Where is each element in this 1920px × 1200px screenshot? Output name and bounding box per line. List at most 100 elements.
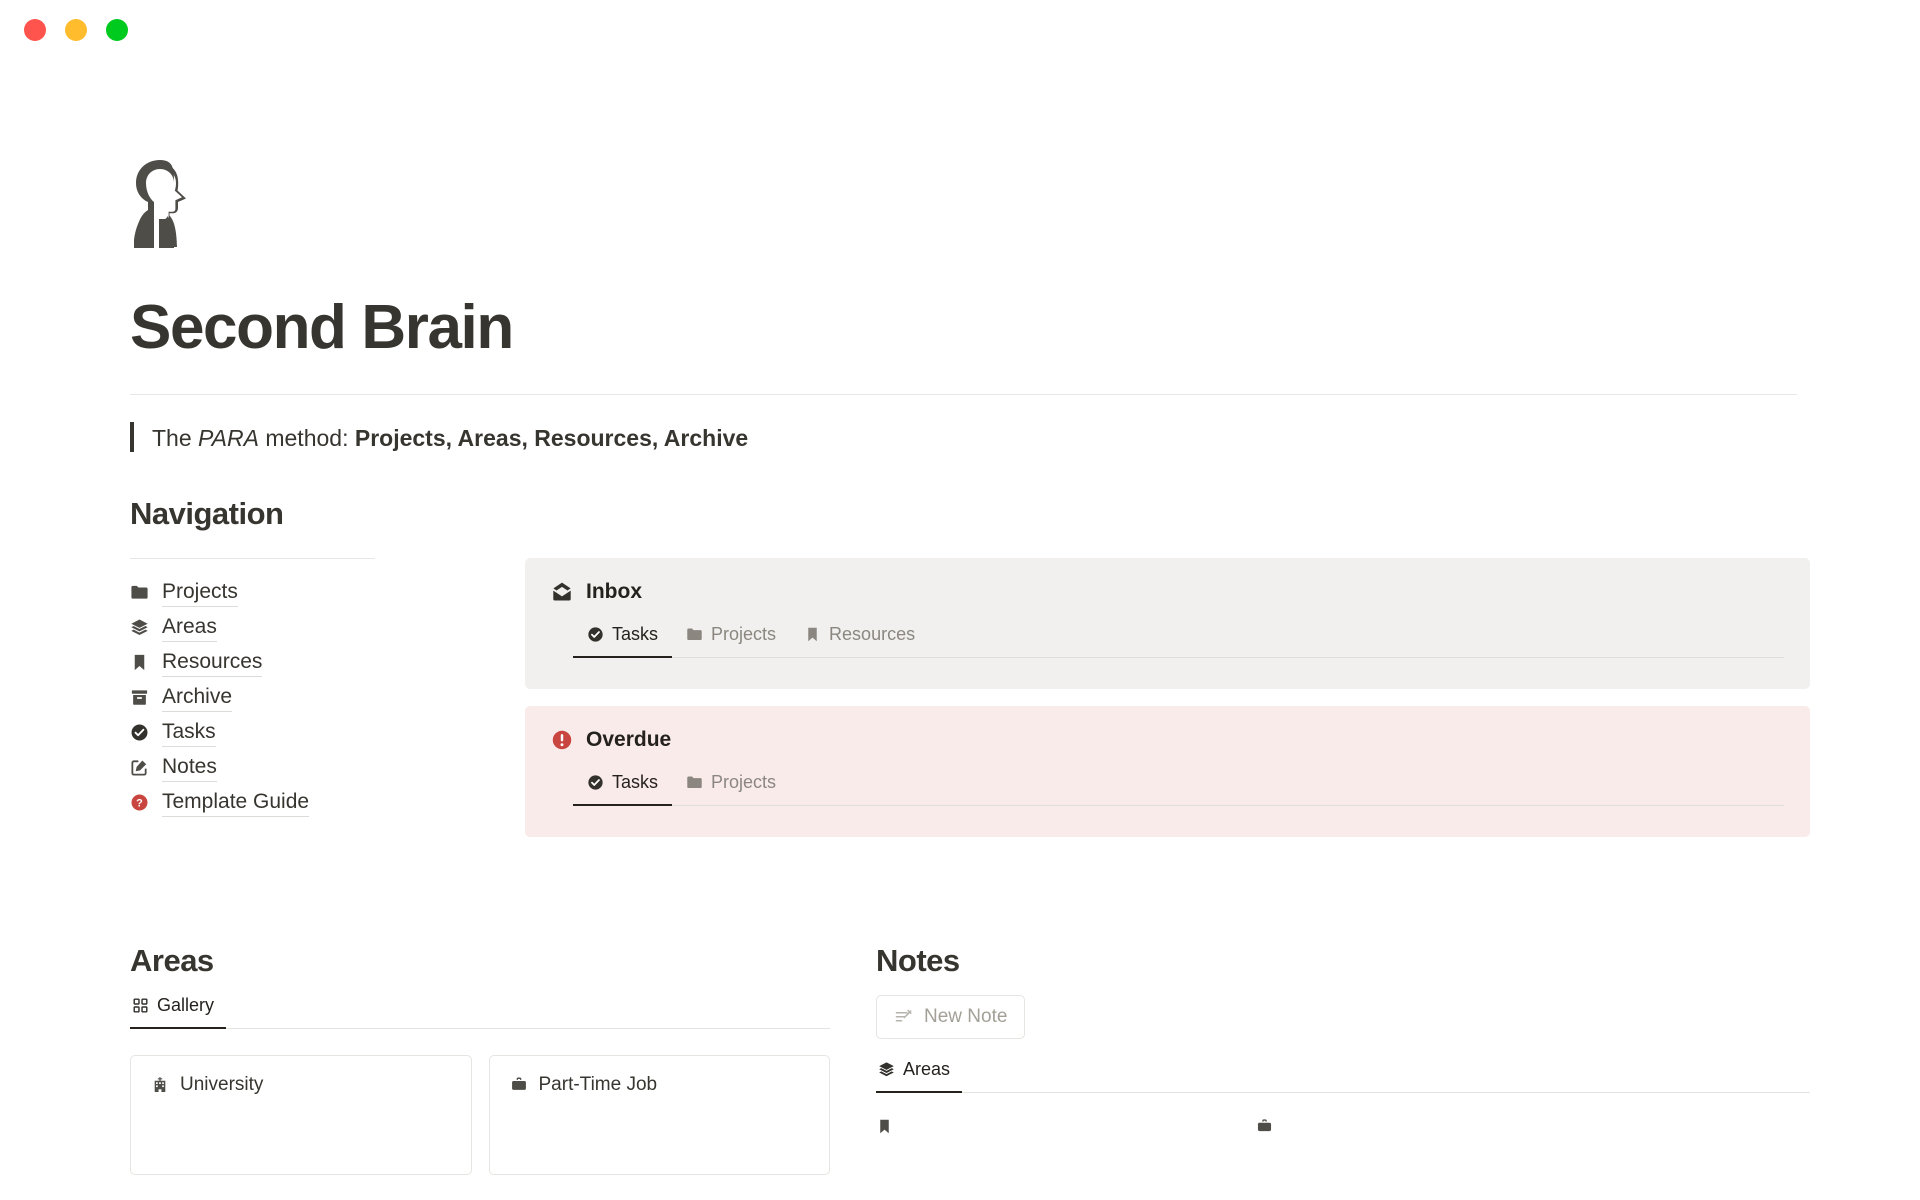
navigation-list: Projects Areas Resources Archive Tasks N… [130,558,430,820]
close-window-button[interactable] [24,19,46,41]
tab-label: Resources [829,624,916,645]
areas-heading: Areas [130,943,214,979]
quote-text: The PARA method: Projects, Areas, Resour… [152,422,748,454]
tab-label: Projects [711,772,777,793]
overdue-panel: Overdue Tasks Projects [525,706,1810,838]
open-envelope-icon [551,581,573,603]
area-card-title: University [180,1074,264,1096]
areas-card-grid: University Part-Time Job [130,1055,830,1176]
inbox-tabs: Tasks Projects Resources [551,624,1784,659]
head-profile-icon [130,152,202,262]
navigation-row: Projects Areas Resources Archive Tasks N… [130,558,1810,838]
bottom-columns: Areas Gallery University Part-Time Job N… [130,943,1810,1176]
page-body: Second Brain The PARA method: Projects, … [0,152,1920,1176]
quote-bold: Projects, Areas, Resources, Archive [354,425,749,452]
notes-tabstrip: Areas [876,1059,1810,1094]
sidebar-item-label: Notes [162,754,217,782]
bookmark-icon [130,653,149,672]
minimize-window-button[interactable] [65,19,87,41]
area-card[interactable]: Part-Time Job [488,1055,830,1176]
new-note-label: New Note [924,1006,1008,1028]
briefcase-icon [1256,1118,1273,1135]
note-row-cell[interactable] [876,1118,1256,1135]
area-card-title-row: University [151,1074,451,1096]
maximize-window-button[interactable] [106,19,128,41]
inbox-panel-title: Inbox [586,580,642,604]
folder-icon [686,774,703,791]
new-note-button[interactable]: New Note [876,995,1026,1040]
layers-icon [878,1061,895,1078]
check-circle-icon [587,774,604,791]
sidebar-item-projects[interactable]: Projects [130,575,430,610]
school-icon [151,1076,169,1094]
area-card-title: Part-Time Job [538,1074,658,1096]
tab-label: Tasks [612,624,659,645]
tab-label: Areas [903,1059,951,1080]
sidebar-item-archive[interactable]: Archive [130,680,430,715]
areas-column: Areas Gallery University Part-Time Job [130,943,830,1176]
quote-bar [130,422,134,453]
note-row-cell[interactable] [1256,1118,1636,1135]
quote-prefix: The [152,425,199,452]
sidebar-item-label: Resources [162,649,263,677]
quote-middle: method: [258,425,355,452]
check-circle-icon [130,723,149,742]
note-edit-icon [894,1008,913,1027]
alert-circle-icon [551,729,573,751]
tab-overdue-tasks[interactable]: Tasks [573,772,673,807]
notes-rows [876,1118,1810,1135]
sidebar-item-template-guide[interactable]: ? Template Guide [130,785,430,820]
area-card[interactable]: University [130,1055,472,1176]
inbox-panel: Inbox Tasks Projects Resources [525,558,1810,690]
status-panels: Inbox Tasks Projects Resources Overdue T… [525,558,1810,838]
pencil-square-icon [130,758,149,777]
sidebar-item-label: Tasks [162,719,216,747]
sidebar-item-tasks[interactable]: Tasks [130,715,430,750]
grid-icon [132,997,149,1014]
overdue-panel-title: Overdue [586,728,672,752]
para-quote: The PARA method: Projects, Areas, Resour… [130,422,1810,454]
page-title: Second Brain [130,293,514,362]
title-divider [130,394,1797,396]
sidebar-item-areas[interactable]: Areas [130,610,430,645]
window-titlebar [0,0,1920,60]
sidebar-item-resources[interactable]: Resources [130,645,430,680]
sidebar-item-notes[interactable]: Notes [130,750,430,785]
area-card-title-row: Part-Time Job [510,1074,810,1096]
areas-tabstrip-line [130,1028,830,1030]
notes-heading: Notes [876,943,960,979]
tab-inbox-tasks[interactable]: Tasks [573,624,673,659]
bookmark-icon [804,626,821,643]
notes-tabstrip-line [876,1092,1810,1094]
folder-icon [130,583,149,602]
overdue-tabs: Tasks Projects [551,772,1784,807]
tab-label: Gallery [157,995,215,1016]
tab-label: Tasks [612,772,659,793]
quote-italic: PARA [198,425,259,452]
areas-tabstrip: Gallery [130,995,830,1030]
tab-inbox-resources[interactable]: Resources [790,624,929,658]
tab-label: Projects [711,624,777,645]
navigation-heading: Navigation [130,496,284,532]
navigation-divider [130,558,375,560]
sidebar-item-label: Archive [162,684,233,712]
inbox-panel-header: Inbox [551,580,1784,604]
check-circle-icon [587,626,604,643]
tab-inbox-projects[interactable]: Projects [672,624,790,658]
layers-icon [130,618,149,637]
question-circle-icon: ? [130,793,149,812]
traffic-light-group [24,19,128,41]
tab-notes-areas[interactable]: Areas [876,1059,963,1094]
archive-box-icon [130,688,149,707]
sidebar-item-label: Template Guide [162,789,310,817]
bookmark-icon [876,1118,893,1135]
sidebar-item-label: Projects [162,579,238,607]
tab-areas-gallery[interactable]: Gallery [130,995,227,1030]
sidebar-item-label: Areas [162,614,217,642]
folder-icon [686,626,703,643]
tab-overdue-projects[interactable]: Projects [672,772,790,806]
briefcase-icon [510,1076,528,1094]
overdue-panel-header: Overdue [551,728,1784,752]
notes-column: Notes New Note Areas [876,943,1810,1175]
svg-text:?: ? [136,798,143,810]
